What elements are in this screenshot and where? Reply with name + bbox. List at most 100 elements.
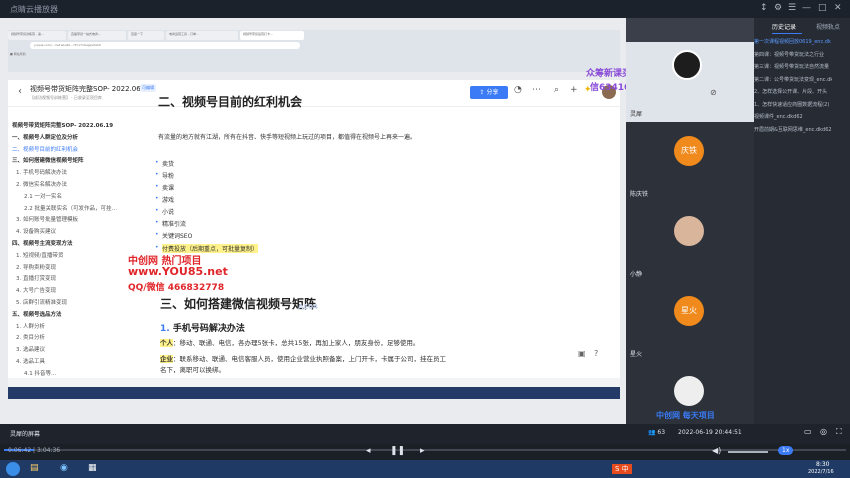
viewer-count: 👥 63 (648, 429, 666, 436)
volume-slider[interactable] (728, 451, 768, 453)
toc-item[interactable]: 一、视频号人群定位及分析 (12, 133, 78, 141)
participant-avatar: 庆铁 (674, 136, 704, 166)
text-personal: ：移动、联通、电信，各办理5张卡，总共15张，再加上家人，朋友身份，足够使用。 (173, 339, 420, 347)
menu-icon[interactable]: ☰ (788, 3, 796, 13)
table-of-contents: 视频号带货矩阵完整SOP- 2022.06.19 一、视频号人群定位及分析 二、视频… (8, 107, 148, 387)
toc-item[interactable]: 4. 设备购买建议 (16, 227, 56, 235)
participant-tile[interactable]: 庆铁 陈庆铁 (626, 122, 754, 202)
document-title: 视频号带货矩阵完整SOP- 2022.06.19 (30, 85, 152, 93)
speed-button[interactable]: 1x (778, 446, 794, 455)
participant-name: 陈庆铁 (630, 191, 649, 198)
share-button[interactable]: ⇪ 分享 (470, 86, 508, 99)
app-icon[interactable]: ▦ (88, 463, 97, 473)
search-icon[interactable]: ⌕ (554, 85, 559, 95)
toc-item[interactable]: 3. 选品建议 (16, 345, 45, 353)
toc-item[interactable]: 1. 人群分析 (16, 322, 45, 330)
time-display: 0:06:42 | 3:04:36 (8, 447, 61, 454)
channel-watermark: 中创网 每天项目 (656, 411, 715, 420)
url-watermark: www.YOU85.net (128, 265, 228, 278)
history-item[interactable]: 第一次课程视频回放0619_enc.dk (754, 38, 832, 45)
add-icon[interactable]: + (570, 85, 578, 95)
meeting-status-bar: 灵犀的屏幕 👥 63 2022-06-19 20:44:51 ▭ ◎ ⛶ (0, 424, 850, 444)
history-item[interactable]: 第四课：视频号带货玩法之行业 (754, 51, 832, 58)
browser-tab[interactable]: 百度一下 (128, 31, 164, 40)
toc-item[interactable]: 4. 选品工具 (16, 357, 45, 365)
globe-icon[interactable]: ◎ (820, 427, 827, 436)
list-item: 导粉 (155, 171, 174, 180)
start-button-icon[interactable] (6, 462, 20, 476)
browser-tab[interactable]: 电商运营工具 - 订单… (166, 31, 238, 40)
volume-icon[interactable]: ◀) (712, 446, 721, 455)
key-company: 企业 (160, 355, 173, 363)
toc-item[interactable]: 2.2 批量关联实名（可发作品，可挂… (24, 204, 117, 212)
prev-icon[interactable]: ◂ (366, 446, 371, 456)
participant-tile[interactable]: 星火 星火 (626, 282, 754, 362)
toc-item[interactable]: 1. 手机号码解决办法 (16, 168, 67, 176)
tab-bookmarks[interactable]: 视频轨点 (816, 22, 840, 31)
list-item: 游戏 (155, 195, 174, 204)
subsection-number: 1. (160, 324, 170, 334)
minimize-button[interactable]: — (802, 3, 811, 13)
bookmark-bar[interactable]: ■ 网站导航 (10, 52, 26, 56)
toc-item[interactable]: 五、视频号选品方法 (12, 310, 62, 318)
toc-item[interactable]: 视频号带货矩阵完整SOP- 2022.06.19 (12, 121, 113, 129)
history-item[interactable]: 视频课件_enc.dkd62 (754, 113, 832, 120)
paragraph-company-cont: 名下，离职可以换绑。 (160, 366, 225, 374)
toc-item[interactable]: 三、如何搭建微信视频号矩阵 (12, 156, 84, 164)
screen-owner-label: 灵犀的屏幕 (10, 431, 41, 438)
history-item[interactable]: 开眉前期&互联网思维_enc.dkd62 (754, 126, 832, 133)
more-icon[interactable]: ⋯ (532, 85, 541, 95)
history-item[interactable]: 第二课：公号带货玩法变现_enc.dk (754, 76, 832, 83)
list-item: 关键词SEO (155, 231, 192, 240)
doc-settings-icon[interactable]: ▣ (578, 349, 586, 358)
folder-icon[interactable]: ▭ (804, 427, 812, 436)
toc-item[interactable]: 二、视频号目前的红利机会 (12, 145, 78, 153)
address-bar[interactable]: yuque.com/…/ra1aAuZs…?t=x7x0ugqv0ahX (30, 42, 300, 49)
tab-history[interactable]: 历史记录 (772, 22, 796, 31)
list-item: 小说 (155, 207, 174, 216)
browser-icon[interactable]: ◉ (60, 463, 68, 473)
toc-item[interactable]: 2. 微信实名解决办法 (16, 180, 67, 188)
maximize-button[interactable]: □ (818, 3, 827, 13)
toc-item[interactable]: 四、视频号主流变现方法 (12, 239, 73, 247)
toc-item[interactable]: 1. 短视频/直播带货 (16, 251, 63, 259)
help-icon[interactable]: ? (594, 349, 598, 358)
toc-item[interactable]: 5. 店群引流精准变现 (16, 298, 67, 306)
toc-item[interactable]: 3. 直播打赏变现 (16, 274, 56, 282)
bell-icon[interactable]: ◔ (514, 85, 522, 95)
history-item[interactable]: 2、怎样选择公开课、片段、开头 (754, 88, 832, 95)
participant-tile[interactable]: 小静 (626, 202, 754, 282)
toc-item[interactable]: 2. 类目分析 (16, 333, 45, 341)
fullscreen-icon[interactable]: ⛶ (836, 427, 842, 437)
app-title: 点睛云播放器 (10, 5, 58, 14)
list-item: 卖货 (155, 159, 174, 168)
key-personal: 个人 (160, 339, 173, 347)
toc-item[interactable]: 3. 如何账号批量管理模板 (16, 215, 78, 223)
history-item[interactable]: 第三课：视频号带货玩法自然流量 (754, 63, 832, 70)
back-arrow-icon[interactable]: ‹ (18, 86, 22, 97)
toc-item[interactable]: 4. 大号广告变现 (16, 286, 56, 294)
toc-item[interactable]: 2. 导购卖粉变现 (16, 263, 56, 271)
browser-tab[interactable]: 直播带货一站式电商… (68, 31, 126, 40)
settings-icon[interactable]: ⚙ (774, 3, 782, 13)
participant-name: 星火 (630, 351, 643, 358)
ime-indicator-icon[interactable]: S 中 (612, 464, 632, 474)
history-item[interactable]: 1、怎样快速适应商圈数据流程(2) (754, 101, 832, 108)
player-controls: 0:06:42 | 3:04:36 ◂ ❚❚ ▸ ◀) 1x (0, 446, 850, 460)
explorer-icon[interactable]: ▤ (30, 463, 39, 473)
document-header: ‹ 视频号带货矩阵完整SOP- 2022.06.19 可编辑 【成功视频号训练营… (8, 80, 620, 107)
browser-tab[interactable]: 视频号带货训练营 - 第… (8, 31, 66, 40)
toc-item[interactable]: 4.1 抖音等… (24, 369, 57, 377)
date: 2022/7/16 (808, 469, 834, 475)
next-icon[interactable]: ▸ (420, 446, 425, 456)
obs-logo-icon (672, 50, 702, 80)
pause-icon[interactable]: ❚❚ (390, 446, 405, 456)
browser-tab-active[interactable]: 视频号带货运营打卡… (240, 31, 304, 40)
participant-tile[interactable]: ⊘ 灵犀 (626, 42, 754, 122)
document-breadcrumb[interactable]: 【成功视频号训练营】 · 已收录至项目库 (30, 95, 102, 101)
toc-item[interactable]: 2.1 一对一实名 (24, 192, 62, 200)
pin-icon[interactable]: ↕ (760, 3, 768, 13)
close-button[interactable]: ✕ (834, 3, 842, 13)
participant-photo (674, 376, 704, 406)
section-heading-3: 三、如何搭建微信视频号矩阵 (160, 297, 317, 311)
